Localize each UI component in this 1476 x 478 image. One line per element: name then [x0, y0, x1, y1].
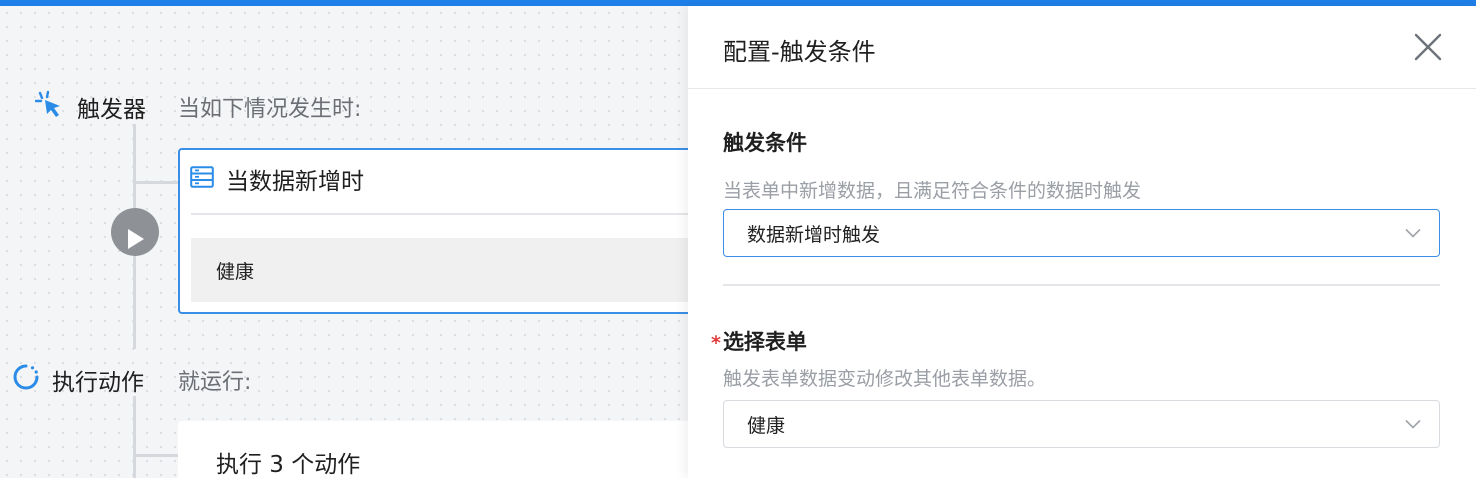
action-section-subtitle: 就运行:: [178, 370, 252, 395]
select-form-label-text: 选择表单: [722, 330, 807, 354]
flow-canvas: 触发器 当如下情况发生时: 当数据新增时 健康 执行动作 就运行: 执行 3 个…: [0, 6, 688, 478]
play-button[interactable]: [111, 208, 159, 256]
select-form-description: 触发表单数据变动修改其他表单数据。: [723, 368, 1047, 390]
panel-header-divider: [688, 88, 1476, 89]
flow-connector-vertical: [133, 396, 136, 478]
cursor-click-icon: [34, 90, 65, 124]
play-icon: [128, 228, 144, 249]
select-form-label: *选择表单: [711, 326, 807, 356]
trigger-condition-label: 触发条件: [723, 131, 807, 155]
trigger-section-subtitle: 当如下情况发生时:: [178, 97, 362, 122]
loading-icon: [12, 363, 40, 395]
required-mark: *: [711, 332, 721, 354]
action-section-title: 执行动作: [52, 370, 144, 396]
form-select-selected-value: 健康: [747, 414, 786, 437]
form-icon: [190, 166, 214, 192]
panel-title: 配置-触发条件: [723, 38, 876, 66]
config-panel: 配置-触发条件 触发条件 当表单中新增数据，且满足符合条件的数据时触发 数据新增…: [688, 6, 1476, 478]
chevron-down-icon: [1405, 228, 1421, 238]
action-card-text: 执行 3 个动作: [216, 452, 361, 478]
trigger-condition-description: 当表单中新增数据，且满足符合条件的数据时触发: [723, 180, 1142, 202]
field-divider: [723, 284, 1440, 286]
trigger-condition-selected-value: 数据新增时触发: [747, 223, 881, 246]
trigger-card-title: 当数据新增时: [226, 169, 364, 195]
chevron-down-icon: [1405, 419, 1421, 429]
trigger-card-form-value: 健康: [191, 238, 688, 302]
trigger-card[interactable]: 当数据新增时 健康: [178, 148, 688, 314]
close-icon: [1414, 33, 1442, 61]
flow-connector-horizontal: [133, 181, 179, 184]
action-card[interactable]: 执行 3 个动作: [178, 421, 688, 478]
flow-connector-horizontal: [133, 454, 179, 457]
form-select[interactable]: 健康: [723, 400, 1440, 448]
close-button[interactable]: [1413, 32, 1443, 62]
trigger-section-title: 触发器: [77, 97, 146, 123]
trigger-condition-select[interactable]: 数据新增时触发: [723, 209, 1440, 257]
card-divider: [191, 213, 688, 215]
